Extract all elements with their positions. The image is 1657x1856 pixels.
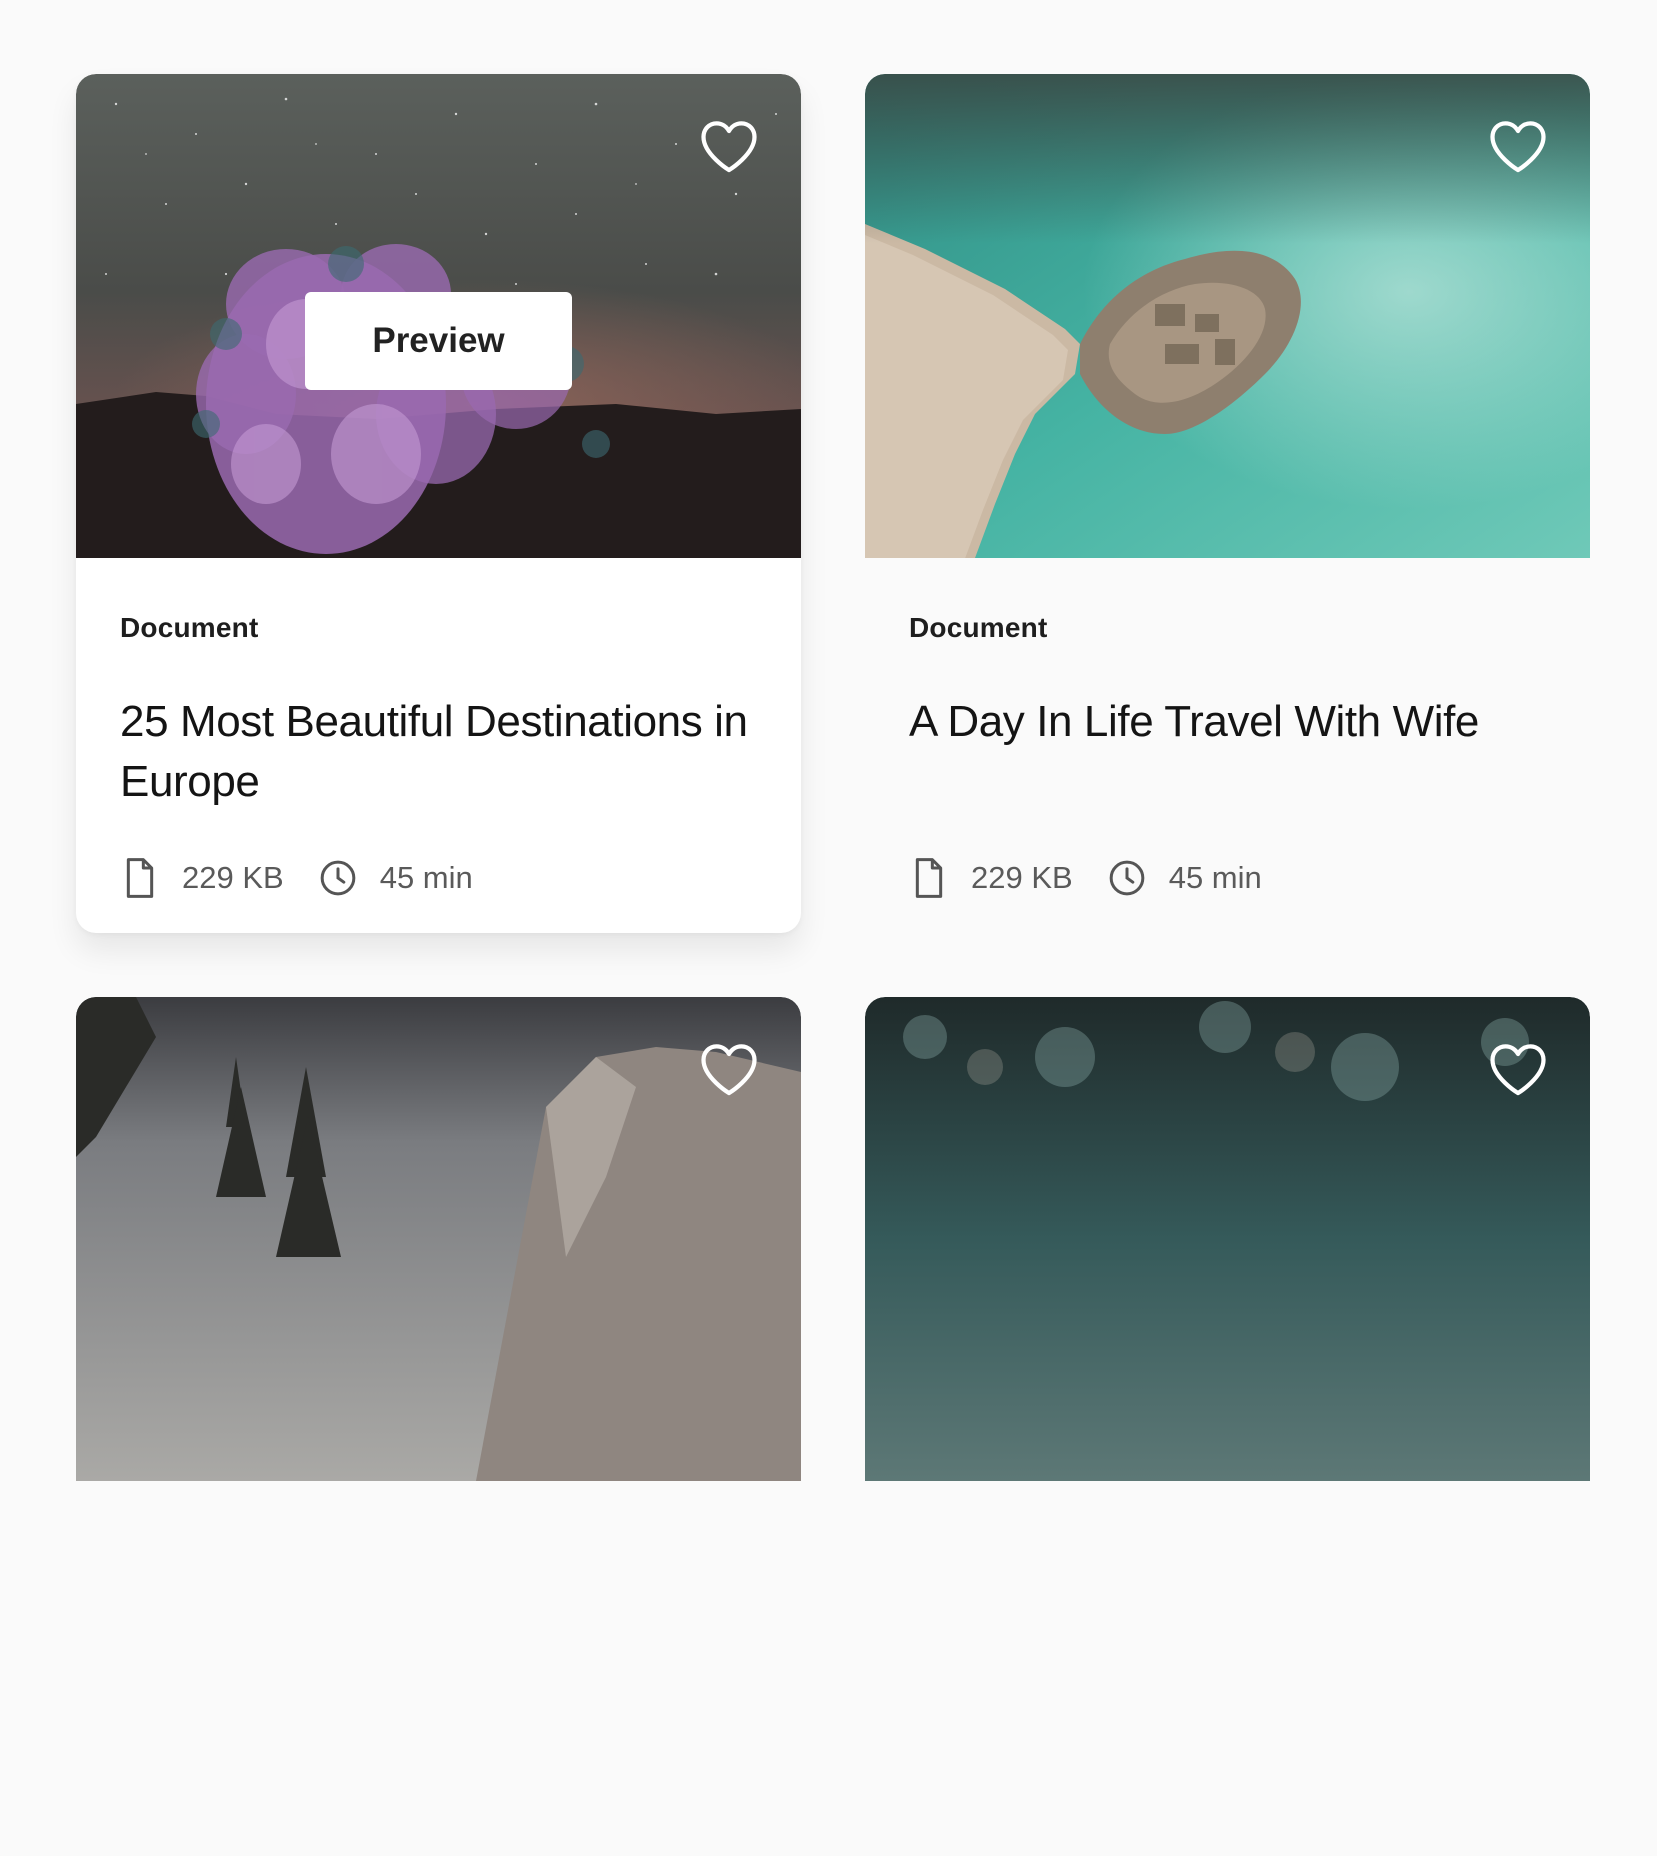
- favorite-button[interactable]: [695, 112, 763, 180]
- content-card[interactable]: [865, 997, 1590, 1856]
- content-card[interactable]: Document A Day In Life Travel With Wife …: [865, 74, 1590, 933]
- preview-button[interactable]: Preview: [305, 292, 572, 390]
- card-meta: 229 KB 45 min: [909, 856, 1546, 900]
- aerial-island-image: [865, 74, 1590, 558]
- favorite-button[interactable]: [1484, 1035, 1552, 1103]
- card-body: Document 25 Most Beautiful Destinations …: [76, 558, 801, 900]
- heart-icon: [1490, 1044, 1546, 1096]
- heart-icon: [1490, 121, 1546, 173]
- duration: 45 min: [1168, 860, 1262, 895]
- favorite-button[interactable]: [695, 1035, 763, 1103]
- card-category: Document: [120, 612, 259, 643]
- clock-icon: [318, 856, 358, 900]
- card-thumbnail[interactable]: [865, 997, 1590, 1481]
- file-icon: [909, 856, 949, 900]
- card-title[interactable]: A Day In Life Travel With Wife: [909, 692, 1546, 812]
- file-icon: [120, 856, 160, 900]
- card-meta: 229 KB 45 min: [120, 856, 757, 900]
- card-thumbnail[interactable]: Preview: [76, 74, 801, 558]
- card-title[interactable]: 25 Most Beautiful Destinations in Europe: [120, 692, 757, 812]
- content-card[interactable]: Preview Document 25 Most Beautiful Desti…: [76, 74, 801, 933]
- file-size: 229 KB: [182, 860, 284, 895]
- mountain-dusk-image: [76, 997, 801, 1481]
- card-body: Document A Day In Life Travel With Wife …: [865, 558, 1590, 900]
- card-thumbnail[interactable]: [865, 74, 1590, 558]
- file-size: 229 KB: [971, 860, 1073, 895]
- card-thumbnail[interactable]: [76, 997, 801, 1481]
- favorite-button[interactable]: [1484, 112, 1552, 180]
- card-grid: Preview Document 25 Most Beautiful Desti…: [76, 74, 1590, 1856]
- heart-icon: [701, 121, 757, 173]
- card-category: Document: [909, 612, 1048, 643]
- blurred-bokeh-image: [865, 997, 1590, 1481]
- heart-icon: [701, 1044, 757, 1096]
- content-card[interactable]: [76, 997, 801, 1856]
- duration: 45 min: [379, 860, 473, 895]
- clock-icon: [1107, 856, 1147, 900]
